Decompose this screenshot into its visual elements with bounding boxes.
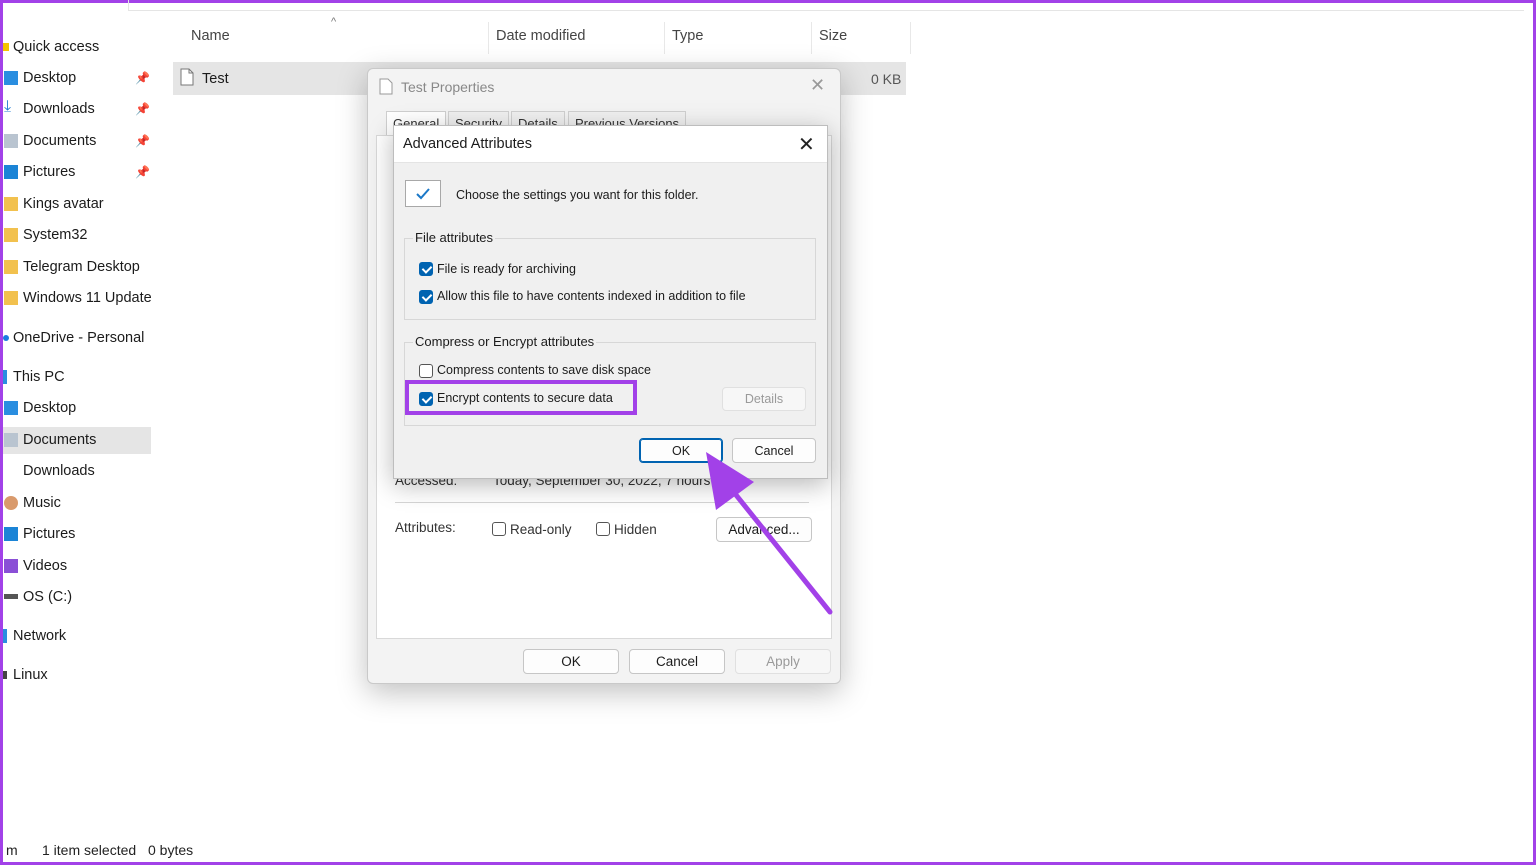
sidebar-item-os-c[interactable]: OS (C:)	[3, 584, 151, 611]
sidebar-item-downloads[interactable]: ⤓ Downloads 📌	[3, 96, 151, 123]
sidebar-item-telegram-desktop[interactable]: Telegram Desktop	[3, 254, 151, 281]
status-selection: 1 item selected	[42, 842, 137, 858]
pin-icon[interactable]: 📌	[135, 134, 150, 148]
folder-icon	[4, 291, 18, 305]
desktop-icon	[4, 401, 18, 415]
sidebar-item-quick-access[interactable]: Quick access	[3, 34, 151, 61]
close-icon[interactable]: ✕	[810, 75, 825, 96]
sidebar-item-music[interactable]: Music	[3, 490, 151, 517]
sidebar-item-pictures[interactable]: Pictures 📌	[3, 159, 151, 186]
address-bar-edge	[128, 0, 1524, 11]
arrow-annotation-icon	[706, 452, 833, 615]
sidebar-item-desktop[interactable]: Desktop 📌	[3, 65, 151, 92]
intro-text: Choose the settings you want for this fo…	[456, 188, 699, 202]
music-icon	[4, 496, 18, 510]
pictures-icon	[4, 527, 18, 541]
sort-arrow-icon: ^	[331, 16, 337, 28]
compress-encrypt-title: Compress or Encrypt attributes	[413, 334, 597, 349]
attributes-label: Attributes:	[395, 520, 456, 535]
close-icon[interactable]: ✕	[798, 132, 815, 157]
sidebar-item-pc-downloads[interactable]: Downloads	[3, 458, 151, 485]
documents-icon	[4, 433, 18, 447]
status-bytes: 0 bytes	[148, 842, 194, 858]
sidebar-item-videos[interactable]: Videos	[3, 553, 151, 580]
desktop-icon	[4, 71, 18, 85]
readonly-label: Read-only	[510, 522, 572, 537]
file-attributes-group	[404, 238, 816, 320]
network-icon	[3, 629, 7, 643]
checkmark-icon	[405, 180, 441, 207]
linux-icon	[3, 671, 7, 679]
drive-icon	[4, 594, 18, 599]
sidebar-item-linux[interactable]: Linux	[3, 662, 151, 689]
file-icon	[379, 78, 393, 95]
pictures-icon	[4, 165, 18, 179]
sidebar-item-pc-desktop[interactable]: Desktop	[3, 395, 151, 422]
encrypt-highlight-box	[405, 380, 637, 415]
folder-icon	[4, 260, 18, 274]
index-checkbox[interactable]	[419, 290, 433, 304]
column-header-date-modified[interactable]: Date modified	[496, 28, 585, 44]
file-attributes-title: File attributes	[413, 230, 496, 245]
archive-label: File is ready for archiving	[437, 262, 576, 276]
sidebar-item-system32[interactable]: System32	[3, 222, 151, 249]
download-icon: ⤓	[4, 98, 12, 115]
ok-button[interactable]: OK	[523, 649, 619, 674]
folder-icon	[4, 197, 18, 211]
column-divider[interactable]	[910, 22, 911, 54]
column-header-type[interactable]: Type	[672, 28, 703, 44]
file-size: 0 KB	[871, 71, 902, 87]
text-file-icon	[180, 68, 194, 86]
videos-icon	[4, 559, 18, 573]
dialog-title: Test Properties	[401, 79, 495, 95]
column-divider[interactable]	[811, 22, 812, 54]
details-button[interactable]: Details	[722, 387, 806, 411]
sidebar-item-documents[interactable]: Documents 📌	[3, 128, 151, 155]
hidden-checkbox[interactable]	[596, 522, 610, 536]
status-item-count: m	[6, 842, 18, 858]
pin-icon[interactable]: 📌	[135, 102, 150, 116]
sidebar-item-this-pc[interactable]: This PC	[3, 364, 151, 391]
sidebar-item-network[interactable]: Network	[3, 623, 151, 650]
column-header-name[interactable]: Name	[191, 28, 230, 44]
compress-checkbox[interactable]	[419, 364, 433, 378]
sidebar-item-pc-documents[interactable]: Documents	[3, 427, 151, 454]
file-name: Test	[202, 71, 229, 87]
pin-icon[interactable]: 📌	[135, 71, 150, 85]
advanced-attributes-dialog: Advanced Attributes ✕ Choose the setting…	[393, 125, 828, 479]
column-divider[interactable]	[488, 22, 489, 54]
folder-icon	[4, 228, 18, 242]
sidebar-item-pc-pictures[interactable]: Pictures	[3, 521, 151, 548]
column-header-size[interactable]: Size	[819, 28, 847, 44]
apply-button[interactable]: Apply	[735, 649, 831, 674]
dialog-titlebar: Advanced Attributes ✕	[394, 126, 827, 163]
readonly-checkbox[interactable]	[492, 522, 506, 536]
compress-label: Compress contents to save disk space	[437, 363, 651, 377]
computer-icon	[3, 370, 7, 384]
cloud-icon	[3, 335, 9, 341]
documents-icon	[4, 134, 18, 148]
column-divider[interactable]	[664, 22, 665, 54]
archive-checkbox[interactable]	[419, 262, 433, 276]
sidebar-item-kings-avatar[interactable]: Kings avatar	[3, 191, 151, 218]
pin-icon[interactable]: 📌	[135, 165, 150, 179]
sidebar-item-onedrive[interactable]: OneDrive - Personal	[3, 325, 151, 352]
index-label: Allow this file to have contents indexed…	[437, 289, 746, 303]
dialog-title: Advanced Attributes	[403, 136, 532, 152]
navigation-pane: Quick access Desktop 📌 ⤓ Downloads 📌 Doc…	[3, 30, 153, 830]
cancel-button[interactable]: Cancel	[629, 649, 725, 674]
star-icon	[3, 43, 9, 51]
sidebar-item-windows-11-update[interactable]: Windows 11 Update	[3, 285, 151, 312]
hidden-label: Hidden	[614, 522, 657, 537]
